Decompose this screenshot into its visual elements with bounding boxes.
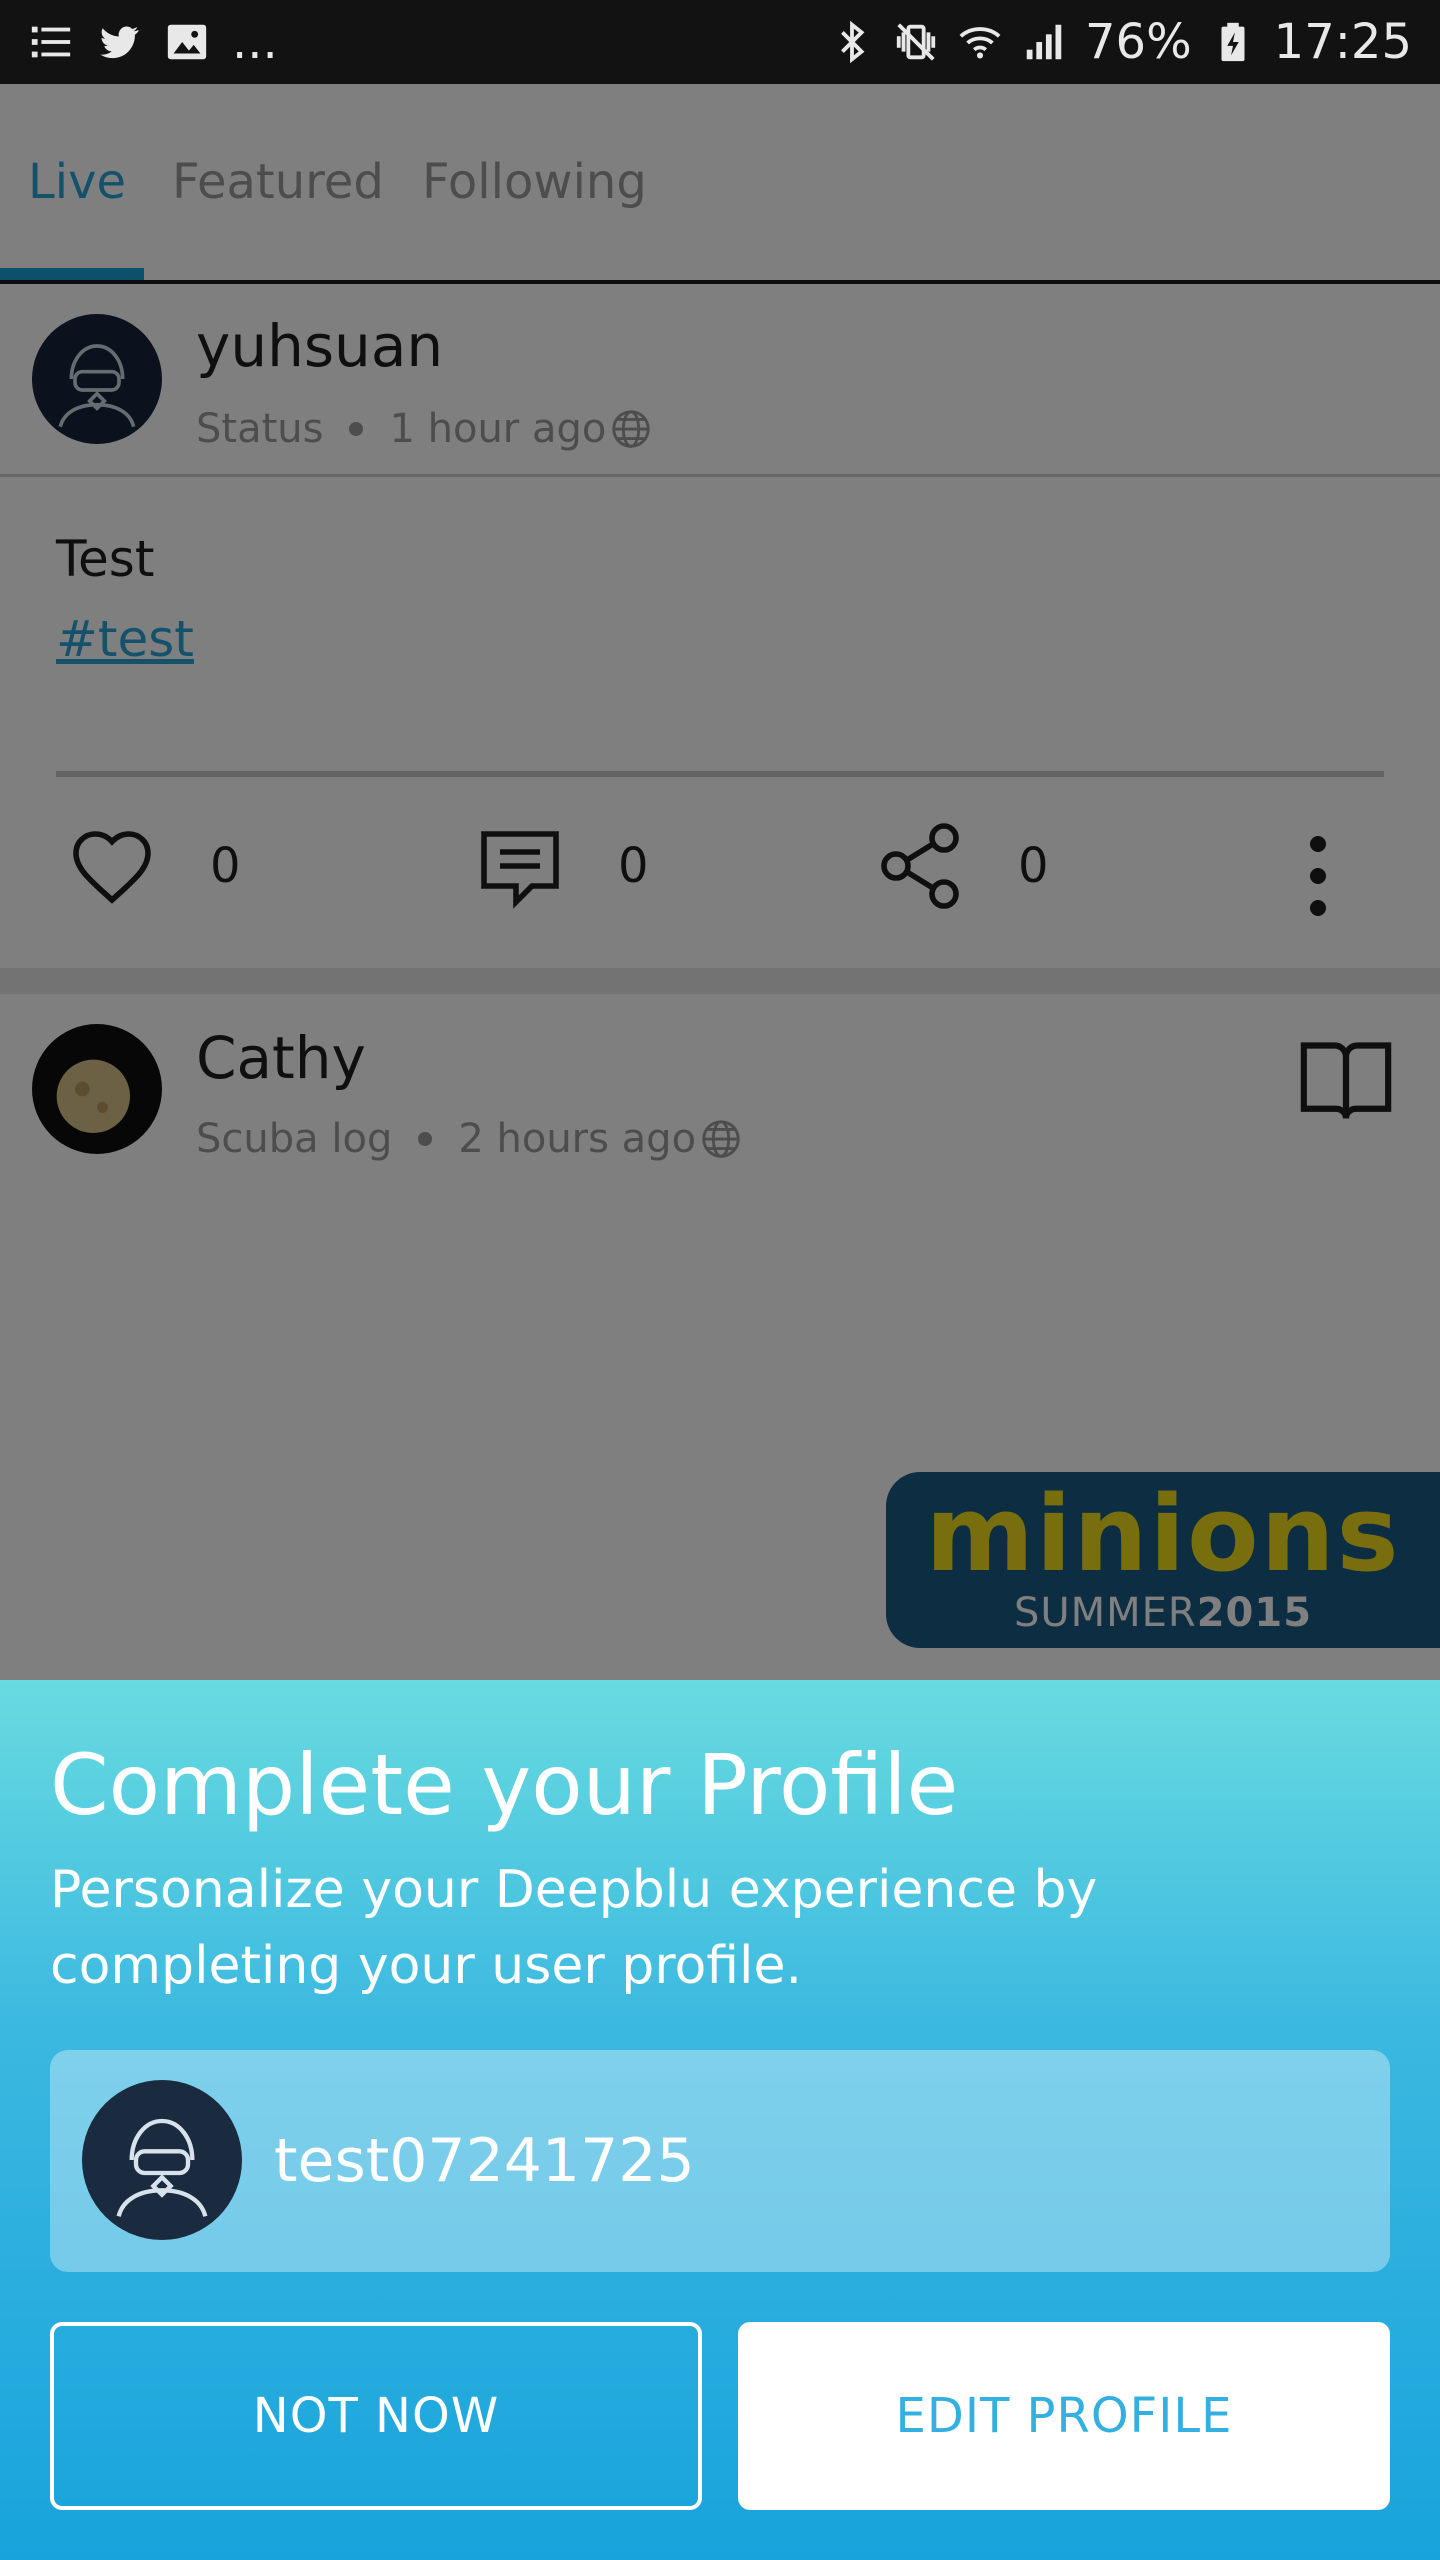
wifi-icon (957, 19, 1003, 65)
not-now-button[interactable]: NOT NOW (50, 2322, 702, 2510)
diver-avatar-icon (116, 2118, 208, 2218)
sheet-title: Complete your Profile (50, 1736, 959, 1834)
edit-profile-button[interactable]: EDIT PROFILE (738, 2322, 1390, 2510)
battery-percent: 76% (1084, 14, 1192, 70)
modal-scrim[interactable] (0, 84, 1440, 1680)
image-icon (164, 19, 210, 65)
signal-icon (1021, 19, 1067, 65)
twitter-icon (96, 19, 142, 65)
profile-username: test07241725 (274, 2126, 695, 2196)
status-bar-left: ... (28, 14, 278, 70)
avatar (82, 2080, 242, 2240)
complete-profile-sheet: Complete your Profile Personalize your D… (0, 1680, 1440, 2560)
profile-preview: test07241725 (50, 2050, 1390, 2272)
list-icon (28, 19, 74, 65)
bluetooth-icon (829, 19, 875, 65)
sheet-description: Personalize your Deepblu experience by c… (50, 1860, 1098, 1996)
clock: 17:25 (1273, 14, 1412, 70)
vibrate-icon (893, 19, 939, 65)
more-notifications-text: ... (232, 14, 278, 70)
battery-charging-icon (1210, 19, 1256, 65)
status-bar-right: 76% 17:25 (829, 14, 1412, 70)
status-bar: ... 76% 17:25 (0, 0, 1440, 84)
